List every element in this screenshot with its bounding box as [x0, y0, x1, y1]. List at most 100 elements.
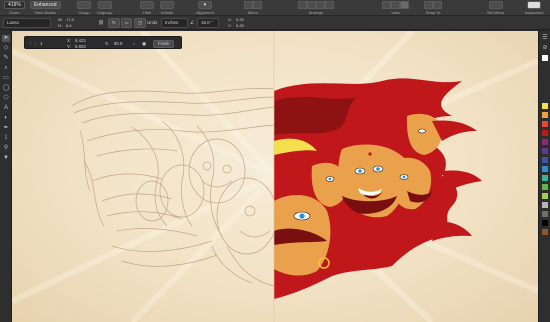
hide-icon	[140, 1, 154, 9]
mirror-vertical-icon[interactable]	[253, 1, 262, 9]
view-control[interactable]: View	[382, 1, 409, 15]
skew-icon[interactable]: ▱	[121, 18, 133, 28]
palette-menu-icon[interactable]: ☰	[542, 35, 548, 41]
arrange-control[interactable]: Arrange	[298, 1, 334, 15]
ellipse-tool-icon[interactable]: ◯	[2, 85, 10, 92]
angle-value[interactable]: 80.9	[114, 41, 122, 46]
set-menu-label: Set Menu	[487, 10, 505, 15]
color-swatch[interactable]	[542, 121, 548, 127]
pick-tool-icon[interactable]: ➤	[2, 35, 10, 42]
arrange-backward-icon[interactable]	[316, 1, 325, 9]
finish-button[interactable]: Finish	[153, 40, 175, 48]
lasso-tool-icon[interactable]: ⟟	[2, 135, 10, 142]
y-label: Y:	[67, 44, 71, 49]
snap-grid-icon[interactable]	[424, 1, 433, 9]
color-swatch[interactable]	[542, 202, 548, 208]
set-menu-button[interactable]: Set Menu	[487, 1, 504, 15]
zoom-value[interactable]: 419%	[4, 1, 25, 9]
color-swatch[interactable]	[542, 103, 548, 109]
mirror-horizontal-icon[interactable]	[244, 1, 253, 9]
color-swatch[interactable]	[542, 184, 548, 190]
node-tool-icon[interactable]: ◇	[2, 45, 10, 52]
color-swatch[interactable]	[542, 157, 548, 163]
mirror-segment[interactable]	[244, 1, 262, 9]
polygon-tool-icon[interactable]: ⬠	[2, 95, 10, 102]
snap-to-control[interactable]: Snap To	[424, 1, 442, 15]
rectangle-tool-icon[interactable]: ▭	[2, 75, 10, 82]
inspectors-label: Inspectors	[525, 10, 544, 15]
drawing-canvas[interactable]	[12, 31, 538, 322]
group-button[interactable]: Group	[77, 1, 91, 15]
tool-name-field[interactable]: Lasso	[3, 18, 51, 28]
hide-label: Hide	[142, 10, 152, 15]
color-swatch[interactable]	[542, 220, 548, 226]
color-swatch[interactable]	[542, 193, 548, 199]
angle-icon: ↻	[105, 41, 109, 46]
main-toolbar: 419% Zoom Enhanced View Modes Group Ungr…	[0, 0, 550, 16]
zoom-tool-icon[interactable]: ⌕	[2, 65, 10, 72]
angle-field[interactable]: 16.0 °	[197, 18, 219, 28]
view-normal-icon[interactable]	[382, 1, 391, 9]
mirror-label: Mirror	[247, 10, 259, 15]
arrange-back-icon[interactable]	[325, 1, 334, 9]
eyedropper-tool-icon[interactable]: ⚲	[2, 145, 10, 152]
app-window: 419% Zoom Enhanced View Modes Group Ungr…	[0, 0, 550, 322]
unhide-icon	[160, 1, 174, 9]
units-label: Units	[147, 20, 158, 25]
count-value[interactable]: 1	[40, 41, 42, 46]
group-label: Group	[78, 10, 90, 15]
ungroup-button[interactable]: Ungroup	[97, 1, 112, 15]
arrange-front-icon[interactable]	[298, 1, 307, 9]
rotate-icon[interactable]: ↻	[108, 18, 120, 28]
swatch-white[interactable]	[542, 55, 548, 61]
constrain-icon[interactable]: ⌐	[133, 41, 136, 46]
arrange-forward-icon[interactable]	[307, 1, 316, 9]
units-select[interactable]: Inches	[161, 18, 188, 28]
x-value[interactable]: 5.422	[75, 38, 86, 43]
panel-grip-icon[interactable]: ⋮	[28, 41, 32, 46]
view-segment[interactable]	[382, 1, 409, 9]
paint-tool-icon[interactable]: ▼	[2, 155, 10, 162]
text-tool-icon[interactable]: A	[2, 105, 10, 112]
zoom-control[interactable]: 419% Zoom	[4, 1, 25, 15]
angle-icon: ∠	[190, 20, 195, 25]
alignment-icon: ▾	[197, 1, 212, 9]
count-icon: ◌	[34, 41, 37, 46]
view-outline-icon[interactable]	[391, 1, 400, 9]
alignment-control[interactable]: ▾ Alignment	[196, 1, 214, 15]
color-swatch[interactable]	[542, 130, 548, 136]
color-swatch[interactable]	[542, 139, 548, 145]
unhide-label: Unhide	[160, 10, 174, 15]
hide-button[interactable]: Hide	[140, 1, 154, 15]
arrange-segment[interactable]	[298, 1, 334, 9]
mirror-control[interactable]: Mirror	[244, 1, 262, 15]
view-split-icon[interactable]	[400, 1, 409, 9]
y-value[interactable]: 5.603	[75, 44, 86, 49]
view-modes-control[interactable]: Enhanced View Modes	[30, 1, 61, 15]
color-swatch[interactable]	[542, 229, 548, 235]
color-palette: ☰ ⊘	[538, 31, 550, 322]
color-swatch[interactable]	[542, 148, 548, 154]
color-swatch[interactable]	[542, 175, 548, 181]
color-swatch[interactable]	[542, 166, 548, 172]
view-modes-label: View Modes	[34, 10, 57, 15]
artwork-color-view	[274, 78, 482, 299]
inspectors-button[interactable]: Inspectors	[525, 1, 543, 15]
artwork-svg	[12, 31, 538, 322]
transform-options-icon[interactable]: ▣	[142, 41, 146, 46]
lock-ratio-icon[interactable]: ⛓	[98, 18, 104, 28]
snap-guide-icon[interactable]	[433, 1, 442, 9]
snap-to-label: Snap To	[425, 10, 441, 15]
view-mode-select[interactable]: Enhanced	[30, 1, 61, 9]
x-label: X:	[67, 38, 72, 43]
zoom-label: Zoom	[9, 10, 20, 15]
pen-tool-icon[interactable]: ✒	[2, 125, 10, 132]
transform-icon[interactable]: ◫	[134, 18, 147, 28]
unhide-button[interactable]: Unhide	[160, 1, 174, 15]
color-swatch[interactable]	[542, 211, 548, 217]
color-swatch[interactable]	[542, 112, 548, 118]
curve-tool-icon[interactable]: ✎	[2, 55, 10, 62]
fill-tool-icon[interactable]: ◐	[2, 115, 10, 122]
no-color-icon[interactable]: ⊘	[542, 45, 548, 51]
snap-segment[interactable]	[424, 1, 442, 9]
